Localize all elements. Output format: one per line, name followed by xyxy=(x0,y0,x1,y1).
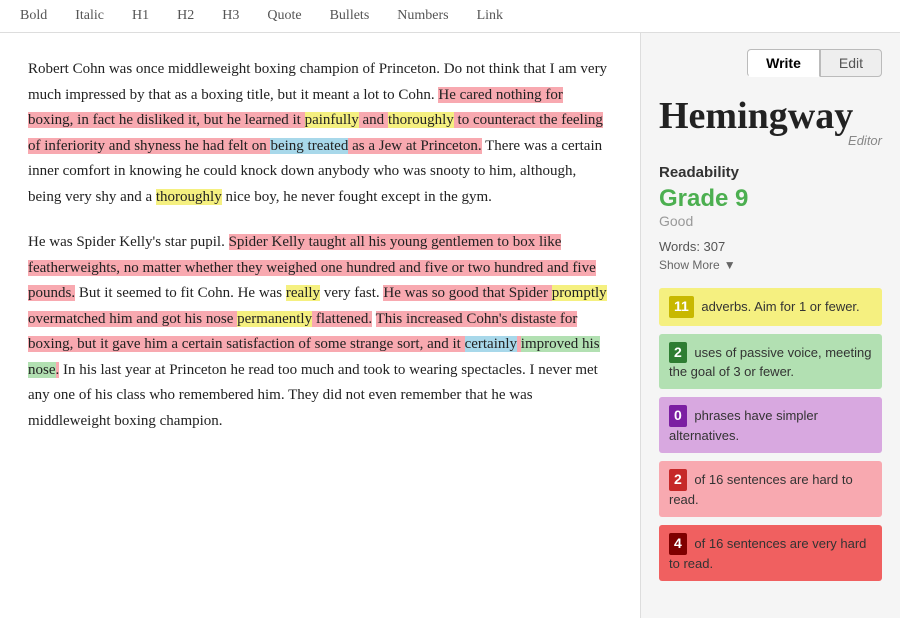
edit-tab[interactable]: Edit xyxy=(820,49,882,77)
italic-button[interactable]: Italic xyxy=(71,6,108,26)
highlight-adverb-6: permanently xyxy=(237,311,312,327)
highlight-adverb-2: thoroughly xyxy=(388,112,454,128)
link-button[interactable]: Link xyxy=(473,6,507,26)
stat-cards: 11 adverbs. Aim for 1 or fewer. 2 uses of… xyxy=(659,288,882,581)
stat-card-0: 11 adverbs. Aim for 1 or fewer. xyxy=(659,288,882,326)
stat-card-3: 2 of 16 sentences are hard to read. xyxy=(659,461,882,517)
highlight-adverb-1: painfully xyxy=(305,112,359,128)
toolbar: Bold Italic H1 H2 H3 Quote Bullets Numbe… xyxy=(0,0,900,33)
write-tab[interactable]: Write xyxy=(747,49,820,77)
numbers-button[interactable]: Numbers xyxy=(393,6,452,26)
highlight-passive-1: being treated xyxy=(270,138,348,154)
highlight-adverb-4: really xyxy=(286,285,320,301)
highlight-adverb-5: promptly xyxy=(552,285,607,301)
quote-button[interactable]: Quote xyxy=(263,6,305,26)
chevron-down-icon: ▼ xyxy=(724,258,736,272)
readability-label: Readability xyxy=(659,164,882,181)
app-title: Hemingway xyxy=(659,97,882,135)
app-title-block: Hemingway Editor xyxy=(659,97,882,148)
h3-button[interactable]: H3 xyxy=(218,6,243,26)
grade-label: Grade 9 xyxy=(659,185,882,213)
highlight-passive-2: certainly xyxy=(465,336,517,352)
bold-button[interactable]: Bold xyxy=(16,6,51,26)
stat-num-0: 11 xyxy=(669,296,694,318)
write-edit-tabs: Write Edit xyxy=(659,49,882,77)
paragraph-1: Robert Cohn was once middleweight boxing… xyxy=(28,57,612,210)
stat-num-1: 2 xyxy=(669,342,687,364)
h1-button[interactable]: H1 xyxy=(128,6,153,26)
stat-card-2: 0 phrases have simpler alternatives. xyxy=(659,397,882,453)
main-layout: Robert Cohn was once middleweight boxing… xyxy=(0,33,900,618)
words-count: Words: 307 xyxy=(659,239,882,254)
good-label: Good xyxy=(659,213,882,229)
stat-num-2: 0 xyxy=(669,405,687,427)
stat-card-4: 4 of 16 sentences are very hard to read. xyxy=(659,525,882,581)
paragraph-2: He was Spider Kelly's star pupil. Spider… xyxy=(28,230,612,434)
h2-button[interactable]: H2 xyxy=(173,6,198,26)
bullets-button[interactable]: Bullets xyxy=(326,6,374,26)
sidebar: Write Edit Hemingway Editor Readability … xyxy=(640,33,900,618)
editor-area[interactable]: Robert Cohn was once middleweight boxing… xyxy=(0,33,640,618)
show-more-button[interactable]: Show More ▼ xyxy=(659,258,882,272)
stat-num-4: 4 xyxy=(669,533,687,555)
stat-card-1: 2 uses of passive voice, meeting the goa… xyxy=(659,334,882,390)
stat-num-3: 2 xyxy=(669,469,687,491)
highlight-adverb-3: thoroughly xyxy=(156,189,222,205)
highlight-pink-1: He cared nothing for boxing, in fact he … xyxy=(28,87,603,154)
